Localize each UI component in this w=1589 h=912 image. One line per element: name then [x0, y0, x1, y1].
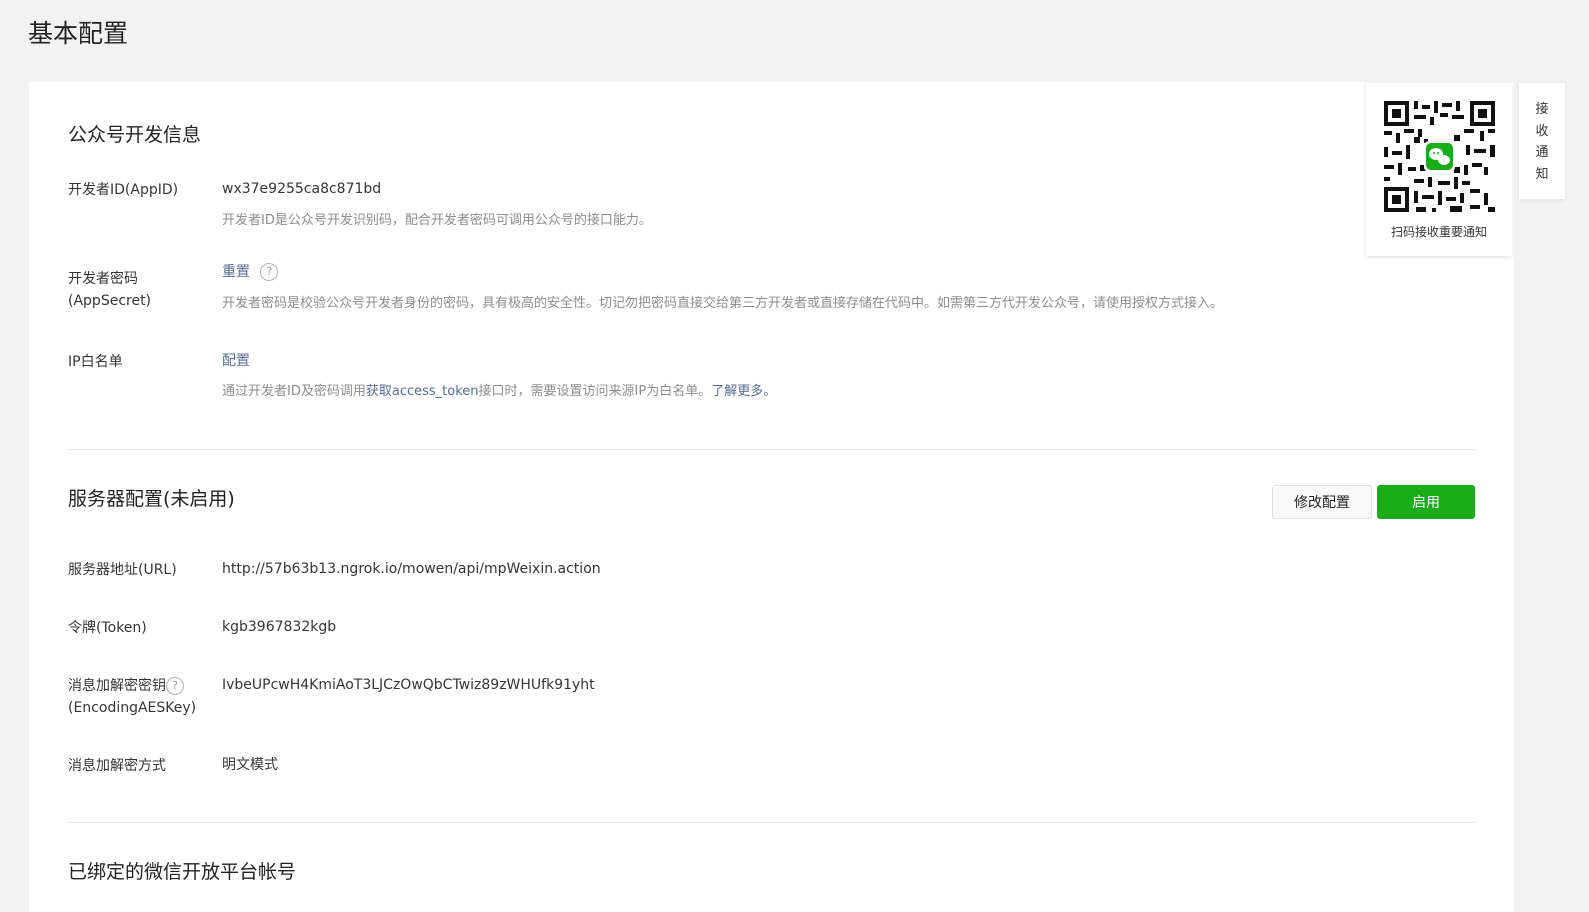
qr-notify-panel: 扫码接收重要通知: [1366, 83, 1512, 256]
side-tab-label: 接 收 通 知: [1535, 102, 1549, 182]
ip-desc-prefix: 通过开发者ID及密码调用: [222, 384, 366, 399]
appsecret-label: 开发者密码 (AppSecret): [68, 268, 151, 312]
edit-config-button[interactable]: 修改配置: [1272, 485, 1372, 519]
encrypt-mode-value: 明文模式: [222, 757, 278, 773]
encrypt-mode-label: 消息加解密方式: [68, 758, 166, 774]
ip-whitelist-config: 配置: [222, 350, 250, 372]
enable-button[interactable]: 启用: [1377, 485, 1475, 519]
notify-side-tab[interactable]: 接 收 通 知: [1519, 83, 1565, 199]
bound-platform-title: 已绑定的微信开放平台帐号: [68, 861, 297, 883]
dev-info-title: 公众号开发信息: [68, 124, 202, 146]
qr-caption: 扫码接收重要通知: [1390, 225, 1487, 239]
aeskey-label: 消息加解密密钥? (EncodingAESKey): [68, 675, 196, 719]
aeskey-label-line1: 消息加解密密钥: [68, 678, 166, 694]
section-divider: [68, 449, 1475, 450]
token-value: kgb3967832kgb: [222, 619, 337, 635]
appsecret-label-line1: 开发者密码: [68, 271, 138, 287]
appid-value[interactable]: wx37e9255ca8c871bd: [222, 178, 381, 200]
page-title: 基本配置: [28, 19, 129, 48]
access-token-link[interactable]: 获取access_token: [366, 384, 479, 399]
section-divider: [68, 822, 1475, 823]
appsecret-label-line2: (AppSecret): [68, 293, 152, 309]
config-card: 公众号开发信息 开发者ID(AppID) wx37e9255ca8c871bd …: [29, 82, 1514, 912]
ip-whitelist-label: IP白名单: [68, 354, 123, 370]
aeskey-label-line2: (EncodingAESKey): [68, 700, 197, 716]
help-icon[interactable]: ?: [260, 263, 279, 281]
learn-more-link[interactable]: 了解更多。: [711, 384, 776, 399]
server-url-value: http://57b63b13.ngrok.io/mowen/api/mpWei…: [222, 561, 601, 577]
help-icon[interactable]: ?: [166, 677, 184, 695]
appid-desc: 开发者ID是公众号开发识别码，配合开发者密码可调用公众号的接口能力。: [222, 213, 652, 228]
token-label: 令牌(Token): [68, 620, 147, 636]
configure-ip-link[interactable]: 配置: [222, 353, 250, 369]
server-config-title: 服务器配置(未启用): [68, 488, 235, 510]
wechat-qr-icon: [1384, 101, 1495, 212]
appsecret-actions: 重置 ?: [222, 261, 279, 283]
ip-whitelist-desc: 通过开发者ID及密码调用获取access_token接口时，需要设置访问来源IP…: [222, 382, 776, 402]
server-url-label: 服务器地址(URL): [68, 562, 177, 578]
appsecret-desc: 开发者密码是校验公众号开发者身份的密码，具有极高的安全性。切记勿把密码直接交给第…: [222, 296, 1224, 311]
aeskey-value: IvbeUPcwH4KmiAoT3LJCzOwQbCTwiz89zWHUfk91…: [222, 677, 595, 693]
reset-secret-link[interactable]: 重置: [222, 264, 250, 280]
appid-label: 开发者ID(AppID): [68, 182, 179, 198]
ip-desc-middle: 接口时，需要设置访问来源IP为白名单。: [478, 384, 712, 399]
